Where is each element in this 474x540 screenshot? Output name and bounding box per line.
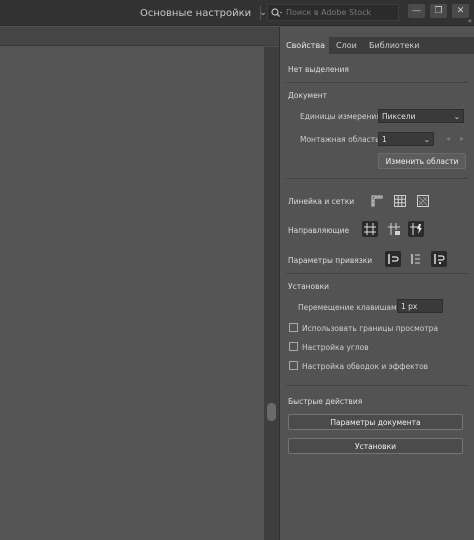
rulers-icon[interactable] <box>369 193 385 209</box>
units-label: Единицы измерения: <box>300 112 384 121</box>
divider <box>286 273 468 274</box>
snap-options-label: Параметры привязки <box>288 256 373 265</box>
guides-label: Направляющие <box>288 226 350 235</box>
canvas-area[interactable] <box>0 47 264 540</box>
tab-label: Библиотеки <box>369 41 420 50</box>
snap-to-pixel-icon[interactable] <box>431 251 447 267</box>
button-label: Установки <box>355 441 396 451</box>
divider <box>260 6 261 20</box>
search-icon <box>268 7 286 18</box>
transparency-grid-icon[interactable] <box>415 193 431 209</box>
next-artboard-icon[interactable]: ▸ <box>460 134 464 143</box>
units-value: Пиксели <box>382 111 416 121</box>
chevron-down-icon: ⌄ <box>423 134 430 144</box>
preferences-section-title: Установки <box>288 282 329 291</box>
vertical-scrollbar[interactable] <box>264 47 279 540</box>
collapse-panel-icon[interactable]: « <box>468 17 472 25</box>
divider <box>286 385 468 386</box>
restore-button[interactable]: ❐ <box>430 4 447 18</box>
preferences-button[interactable]: Установки <box>288 438 463 454</box>
divider <box>286 82 468 83</box>
tab-label: Свойства <box>286 41 326 50</box>
rulers-grids-label: Линейка и сетки <box>288 197 355 206</box>
restore-icon: ❐ <box>434 6 443 16</box>
scale-corners-checkbox[interactable] <box>289 342 298 351</box>
minimize-button[interactable]: — <box>408 4 425 18</box>
keyboard-increment-input[interactable]: 1 px <box>397 299 443 313</box>
snap-to-point-icon[interactable] <box>385 251 401 267</box>
keyboard-increment-value: 1 px <box>401 301 418 311</box>
snap-to-grid-icon[interactable] <box>408 251 424 267</box>
tab-label: Слои <box>336 41 357 50</box>
lock-guides-icon[interactable] <box>386 221 402 237</box>
tab-properties[interactable]: Свойства <box>280 37 329 54</box>
minimize-icon: — <box>412 6 421 16</box>
quick-actions-title: Быстрые действия <box>288 397 363 406</box>
artboard-label: Монтажная область: <box>300 135 383 144</box>
button-label: Изменить области <box>385 156 459 166</box>
use-preview-bounds-checkbox[interactable] <box>289 323 298 332</box>
close-icon: ✕ <box>456 6 465 16</box>
previous-artboard-icon[interactable]: ◂ <box>446 134 450 143</box>
keyboard-increment-label: Перемещение клавишами: <box>298 303 405 312</box>
search-input[interactable] <box>286 8 396 17</box>
document-setup-button[interactable]: Параметры документа <box>288 414 463 430</box>
divider <box>286 178 468 179</box>
document-tab-bar <box>0 27 279 46</box>
no-selection-label: Нет выделения <box>288 65 349 74</box>
use-preview-bounds-label: Использовать границы просмотра <box>302 324 439 333</box>
tab-layers[interactable]: Слои <box>330 37 362 54</box>
scale-strokes-effects-label: Настройка обводок и эффектов <box>302 362 429 371</box>
tab-libraries[interactable]: Библиотеки <box>363 37 421 54</box>
stock-search-box[interactable] <box>267 4 399 21</box>
smart-guides-icon[interactable] <box>408 221 424 237</box>
panel-tabs: Свойства Слои Библиотеки <box>280 37 474 54</box>
artboard-value: 1 <box>382 134 387 144</box>
button-label: Параметры документа <box>330 417 421 427</box>
units-select[interactable]: Пиксели ⌄ <box>378 109 464 123</box>
app-topbar: Основные настройки ⌄ — ❐ ✕ <box>0 0 474 26</box>
scrollbar-thumb[interactable] <box>267 403 276 421</box>
properties-panel: « Свойства Слои Библиотеки Нет выделения… <box>279 17 474 540</box>
chevron-down-icon: ⌄ <box>453 111 460 121</box>
close-button[interactable]: ✕ <box>452 4 469 18</box>
workspace-label: Основные настройки <box>140 7 252 19</box>
document-section-title: Документ <box>288 91 327 100</box>
artboard-select[interactable]: 1 ⌄ <box>378 132 434 146</box>
show-guides-icon[interactable] <box>362 221 378 237</box>
edit-artboards-button[interactable]: Изменить области <box>378 153 466 169</box>
workspace-switcher[interactable]: Основные настройки ⌄ <box>140 5 267 21</box>
grid-icon[interactable] <box>392 193 408 209</box>
scale-corners-label: Настройка углов <box>302 343 369 352</box>
scale-strokes-effects-checkbox[interactable] <box>289 361 298 370</box>
